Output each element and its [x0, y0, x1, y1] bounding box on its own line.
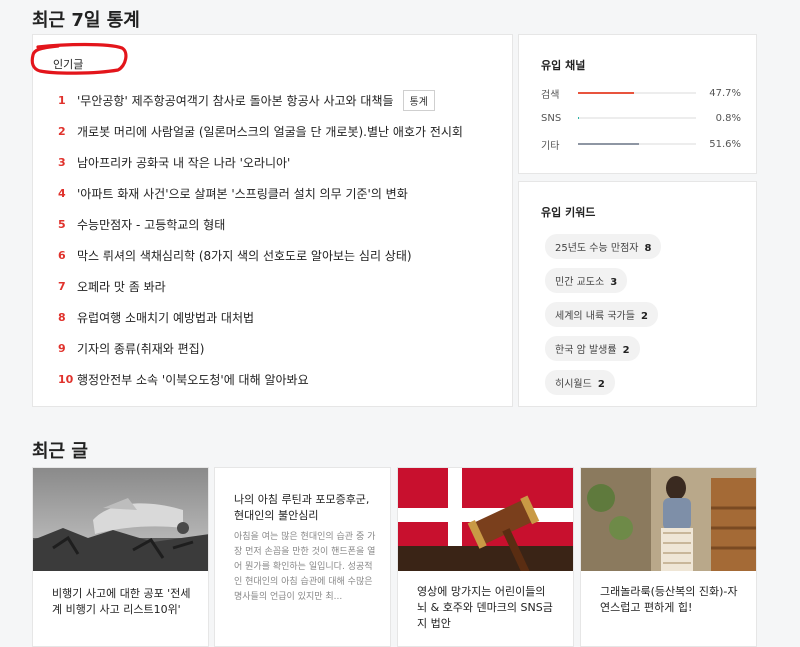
- recent-post-card[interactable]: 영상에 망가지는 어린이들의 뇌 & 호주와 덴마크의 SNS금지 법안: [397, 467, 574, 647]
- channel-bar-fill: [578, 92, 635, 94]
- channel-bar: [578, 143, 696, 145]
- channel-percent: 51.6%: [709, 138, 741, 150]
- channel-percent: 0.8%: [715, 112, 741, 124]
- channel-name: 기타: [541, 140, 560, 152]
- popular-item[interactable]: 2 개로봇 머리에 사람얼굴 (일론머스크의 얼굴을 단 개로봇).별난 애호가…: [58, 116, 463, 147]
- keyword-chip[interactable]: 민간 교도소 3: [545, 268, 628, 293]
- recent-post-title[interactable]: 나의 아침 루틴과 포모증후군, 현대인의 불안심리: [234, 492, 376, 524]
- keyword-label: 한국 암 발생률: [555, 345, 617, 356]
- popular-title[interactable]: 수능만점자 - 고등학교의 형태: [77, 216, 225, 233]
- keyword-label: 세계의 내륙 국가들: [555, 311, 635, 322]
- popular-item[interactable]: 1 '무안공항' 제주항공여객기 참사로 돌아본 항공사 사고와 대책들 통계: [58, 85, 463, 116]
- popular-rank: 8: [58, 311, 66, 324]
- recent-post-card[interactable]: 비행기 사고에 대한 공포 '전세계 비행기 사고 리스트10위': [32, 467, 209, 647]
- popular-title[interactable]: 기자의 종류(취재와 편집): [77, 340, 204, 357]
- recent-post-title[interactable]: 영상에 망가지는 어린이들의 뇌 & 호주와 덴마크의 SNS금지 법안: [417, 584, 559, 632]
- plane-wreck-image: [33, 468, 208, 571]
- stats-section-title: 최근 7일 통계: [32, 10, 140, 31]
- popular-item[interactable]: 3 남아프리카 공화국 내 작은 나라 '오라니아': [58, 147, 463, 178]
- popular-title[interactable]: 남아프리카 공화국 내 작은 나라 '오라니아': [77, 154, 290, 171]
- popular-title[interactable]: 개로봇 머리에 사람얼굴 (일론머스크의 얼굴을 단 개로봇).별난 애호가 전…: [77, 123, 463, 140]
- stats-button[interactable]: 통계: [402, 90, 435, 111]
- popular-rank: 2: [58, 125, 66, 138]
- channel-name: 검색: [541, 89, 560, 101]
- keyword-count: 2: [622, 345, 630, 356]
- recent-post-card[interactable]: 그래놀라룩(등산복의 진화)-자연스럽고 편하게 힙!: [580, 467, 757, 647]
- popular-rank: 6: [58, 249, 66, 262]
- popular-title[interactable]: 막스 뤼셔의 색채심리학 (8가지 색의 선호도로 알아보는 심리 상태): [77, 247, 412, 264]
- keywords-title: 유입 키워드: [541, 206, 596, 219]
- popular-item[interactable]: 9 기자의 종류(취재와 편집): [58, 333, 463, 364]
- keyword-label: 히시월드: [555, 379, 592, 390]
- inflow-channels-card: 유입 채널 검색 47.7% SNS 0.8% 기타 51.6%: [518, 34, 757, 174]
- channel-bar: [578, 117, 696, 119]
- popular-item[interactable]: 7 오페라 맛 좀 봐라: [58, 271, 463, 302]
- inflow-keywords-card: 유입 키워드 25년도 수능 만점자 8 민간 교도소 3 세계의 내륙 국가들 2 …: [518, 181, 757, 407]
- popular-title[interactable]: 오페라 맛 좀 봐라: [77, 278, 166, 295]
- popular-rank: 7: [58, 280, 66, 293]
- channel-row: SNS 0.8%: [541, 111, 741, 125]
- keyword-label: 민간 교도소: [555, 277, 605, 288]
- popular-title[interactable]: 행정안전부 소속 '이북오도청'에 대해 알아봐요: [77, 371, 309, 388]
- keyword-list: 25년도 수능 만점자 8 민간 교도소 3 세계의 내륙 국가들 2 한국 암 발생…: [545, 234, 662, 404]
- recent-post-card[interactable]: 나의 아침 루틴과 포모증후군, 현대인의 불안심리 아침을 여는 많은 현대인…: [214, 467, 391, 647]
- channel-bar-fill: [578, 117, 580, 119]
- channel-bar: [578, 92, 696, 94]
- channel-percent: 47.7%: [709, 87, 741, 99]
- popular-title[interactable]: '무안공항' 제주항공여객기 참사로 돌아본 항공사 사고와 대책들: [77, 92, 394, 109]
- popular-item[interactable]: 5 수능만점자 - 고등학교의 형태: [58, 209, 463, 240]
- recent-section-title: 최근 글: [32, 441, 88, 462]
- popular-title[interactable]: '아파트 화재 사건'으로 살펴본 '스프링클러 설치 의무 기준'의 변화: [77, 185, 408, 202]
- keyword-count: 8: [644, 243, 652, 254]
- popular-rank: 5: [58, 218, 66, 231]
- recent-post-title[interactable]: 비행기 사고에 대한 공포 '전세계 비행기 사고 리스트10위': [52, 586, 194, 618]
- channel-name: SNS: [541, 112, 562, 124]
- recent-post-excerpt: 아침을 여는 많은 현대인의 습관 중 가장 먼저 손꼽을 만한 것이 핸드폰을…: [234, 532, 376, 602]
- popular-item[interactable]: 8 유럽여행 소매치기 예방법과 대처법: [58, 302, 463, 333]
- keyword-chip[interactable]: 히시월드 2: [545, 370, 615, 395]
- popular-list: 1 '무안공항' 제주항공여객기 참사로 돌아본 항공사 사고와 대책들 통계 …: [58, 85, 463, 395]
- popular-rank: 10: [58, 373, 74, 386]
- keyword-chip[interactable]: 25년도 수능 만점자 8: [545, 234, 662, 259]
- gavel-flag-image: [398, 468, 573, 571]
- popular-rank: 9: [58, 342, 66, 355]
- keyword-chip[interactable]: 한국 암 발생률 2: [545, 336, 640, 361]
- keyword-count: 2: [597, 379, 605, 390]
- channel-bar-fill: [578, 143, 639, 145]
- popular-rank: 4: [58, 187, 66, 200]
- popular-title[interactable]: 유럽여행 소매치기 예방법과 대처법: [77, 309, 254, 326]
- popular-rank: 3: [58, 156, 66, 169]
- keyword-count: 2: [640, 311, 648, 322]
- popular-item[interactable]: 4 '아파트 화재 사건'으로 살펴본 '스프링클러 설치 의무 기준'의 변화: [58, 178, 463, 209]
- popular-posts-card: 인기글 1 '무안공항' 제주항공여객기 참사로 돌아본 항공사 사고와 대책들…: [30, 34, 513, 407]
- fashion-photo-image: [581, 468, 756, 571]
- channel-row: 검색 47.7%: [541, 86, 741, 101]
- recent-post-title[interactable]: 그래놀라룩(등산복의 진화)-자연스럽고 편하게 힙!: [600, 584, 742, 616]
- keyword-label: 25년도 수능 만점자: [555, 243, 639, 254]
- popular-item[interactable]: 6 막스 뤼셔의 색채심리학 (8가지 색의 선호도로 알아보는 심리 상태): [58, 240, 463, 271]
- popular-item[interactable]: 10 행정안전부 소속 '이북오도청'에 대해 알아봐요: [58, 364, 463, 395]
- popular-tab[interactable]: 인기글: [53, 56, 83, 72]
- channels-title: 유입 채널: [541, 59, 586, 72]
- keyword-count: 3: [610, 277, 618, 288]
- keyword-chip[interactable]: 세계의 내륙 국가들 2: [545, 302, 658, 327]
- channel-row: 기타 51.6%: [541, 137, 741, 152]
- popular-rank: 1: [58, 94, 66, 107]
